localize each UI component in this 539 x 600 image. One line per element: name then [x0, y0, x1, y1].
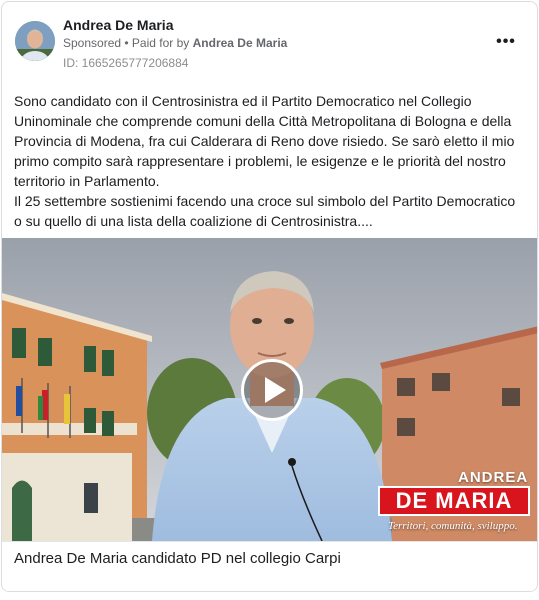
video-caption[interactable]: Andrea De Maria candidato PD nel collegi…	[14, 550, 341, 567]
sponsored-line: Sponsored • Paid for by Andrea De Maria	[63, 36, 287, 50]
body-line: Uninominale che comprende comuni della C…	[14, 113, 512, 129]
ad-card: Andrea De Maria Sponsored • Paid for by …	[1, 1, 538, 592]
ad-body-text: Sono candidato con il Centrosinistra ed …	[14, 91, 532, 231]
avatar[interactable]	[15, 21, 55, 61]
more-options-button[interactable]: •••	[494, 32, 518, 52]
body-line: o su quello di una lista della coalizion…	[14, 213, 373, 229]
brand-logo: DE MARIA	[378, 486, 530, 516]
body-line: Provincia di Modena, fra cui Calderara d…	[14, 133, 515, 149]
caption-bar[interactable]: Andrea De Maria candidato PD nel collegi…	[2, 541, 537, 591]
brand-tagline: Territori, comunità, sviluppo.	[388, 520, 518, 532]
sponsored-label: Sponsored	[63, 36, 122, 50]
body-line: primo compito sarà rappresentare i probl…	[14, 153, 506, 169]
video-player[interactable]: ANDREA DE MARIA Territori, comunità, svi…	[2, 238, 537, 541]
play-button[interactable]	[241, 359, 303, 421]
body-line: Il 25 settembre sostienimi facendo una c…	[14, 193, 516, 209]
body-line: Sono candidato con il Centrosinistra ed …	[14, 93, 472, 109]
brand-last-name: DE MARIA	[395, 488, 513, 513]
page-name[interactable]: Andrea De Maria	[63, 17, 173, 33]
ad-id: ID: 1665265777206884	[63, 56, 189, 70]
body-line: territorio in Parlamento.	[14, 173, 160, 189]
meta-separator: •	[121, 36, 132, 50]
more-horizontal-icon: •••	[496, 33, 516, 50]
paid-for-prefix: Paid for by	[131, 36, 193, 50]
brand-first-name: ANDREA	[458, 469, 529, 486]
paid-for-name[interactable]: Andrea De Maria	[193, 36, 288, 50]
play-icon	[264, 377, 286, 403]
